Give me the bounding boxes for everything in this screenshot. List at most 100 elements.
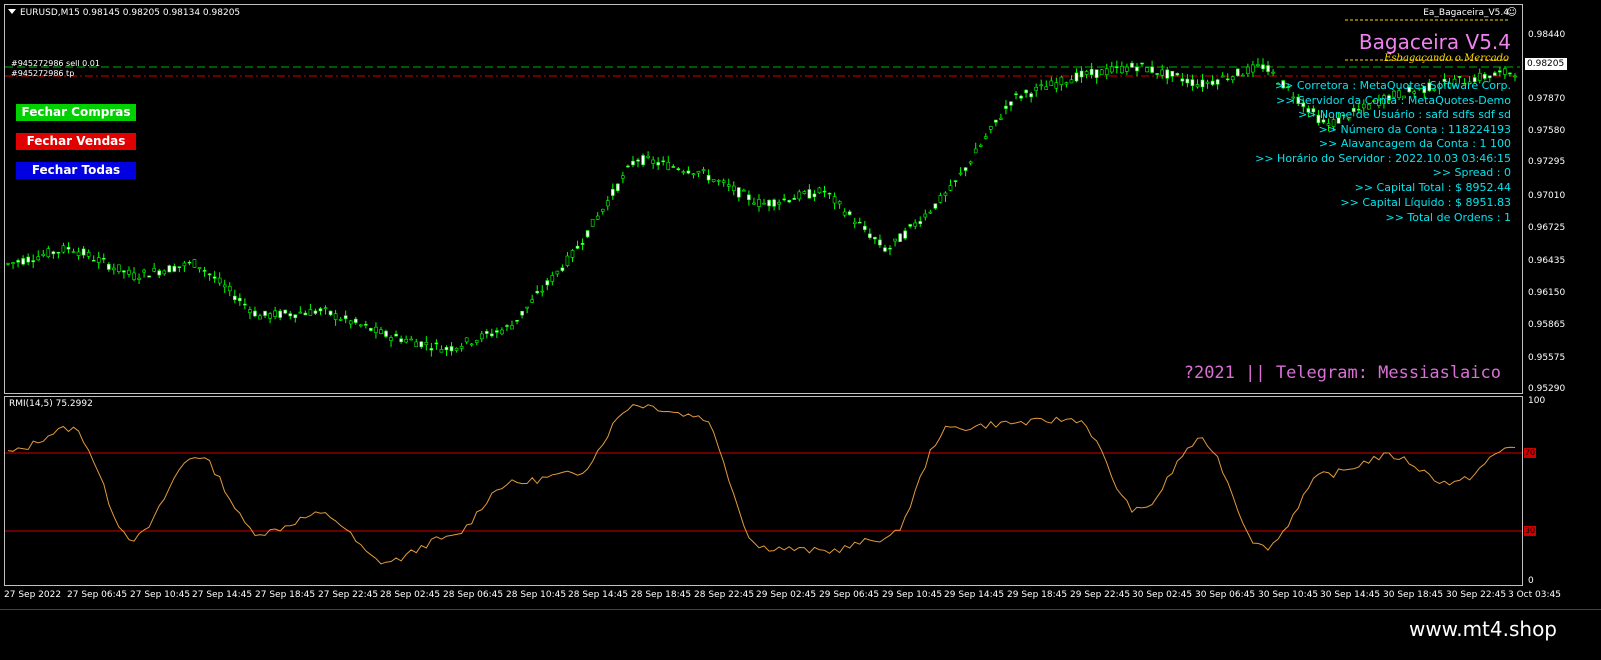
price-candle-body bbox=[1180, 78, 1185, 82]
time-label: 29 Sep 14:45 bbox=[944, 590, 1005, 600]
price-tick: 0.96150 bbox=[1528, 288, 1566, 298]
price-candle-body bbox=[500, 329, 504, 335]
price-candle-body bbox=[933, 203, 938, 209]
price-candle-body bbox=[852, 221, 857, 224]
price-candle-body bbox=[752, 202, 756, 205]
time-label: 30 Sep 18:45 bbox=[1383, 590, 1444, 600]
price-candle-body bbox=[1069, 79, 1074, 84]
price-candle-body bbox=[600, 208, 605, 212]
price-candle-body bbox=[782, 198, 786, 201]
price-candle-body bbox=[691, 173, 696, 175]
price-candle-body bbox=[772, 199, 776, 207]
price-candle-body bbox=[197, 267, 202, 269]
price-candle-body bbox=[1251, 64, 1255, 73]
time-label: 29 Sep 06:45 bbox=[819, 590, 880, 600]
price-candle-body bbox=[490, 333, 494, 337]
time-label: 28 Sep 18:45 bbox=[631, 590, 692, 600]
price-candle-body bbox=[61, 245, 66, 253]
price-candle-body bbox=[364, 323, 368, 326]
price-candle-body bbox=[404, 338, 408, 343]
price-candle-body bbox=[989, 126, 993, 130]
price-candle-body bbox=[968, 161, 973, 164]
price-candle-body bbox=[495, 330, 499, 333]
price-tick: 0.97010 bbox=[1528, 191, 1566, 201]
price-candle-body bbox=[1024, 89, 1028, 94]
price-candle-body bbox=[263, 310, 267, 316]
symbol-header: EURUSD,M15 0.98145 0.98205 0.98134 0.982… bbox=[8, 8, 240, 18]
price-candle-body bbox=[1140, 62, 1144, 65]
price-candle-body bbox=[202, 270, 207, 272]
price-candle-body bbox=[616, 183, 620, 191]
rmi-tick: 100 bbox=[1528, 396, 1546, 406]
close-buys-button[interactable]: Fechar Compras bbox=[16, 104, 136, 121]
price-candle-body bbox=[1215, 79, 1220, 85]
price-candle-body bbox=[248, 309, 252, 314]
time-label: 30 Sep 06:45 bbox=[1195, 590, 1256, 600]
price-candle-body bbox=[1246, 66, 1250, 74]
price-candle-body bbox=[243, 303, 247, 306]
info-account-number: >> Número da Conta : 118224193 bbox=[1318, 123, 1511, 136]
price-candle-body bbox=[1009, 101, 1013, 106]
price-candle-body bbox=[716, 180, 721, 182]
price-candle-body bbox=[651, 159, 655, 164]
close-sells-button[interactable]: Fechar Vendas bbox=[16, 133, 136, 150]
time-label: 29 Sep 22:45 bbox=[1070, 590, 1131, 600]
price-candle-body bbox=[1099, 69, 1104, 76]
close-all-button[interactable]: Fechar Todas bbox=[16, 162, 136, 179]
price-candle-body bbox=[762, 202, 766, 205]
price-candle-body bbox=[1513, 75, 1517, 78]
symbol-quote: EURUSD,M15 0.98145 0.98205 0.98134 0.982… bbox=[20, 8, 241, 18]
price-candle-body bbox=[278, 310, 282, 318]
price-candle-body bbox=[857, 221, 862, 224]
smile-icon[interactable]: ☺ bbox=[1507, 7, 1517, 18]
price-candle-body bbox=[621, 175, 625, 179]
price-candle-body bbox=[953, 180, 958, 182]
price-candle-body bbox=[666, 162, 671, 170]
price-candle-body bbox=[1241, 74, 1245, 77]
price-candle-body bbox=[318, 308, 323, 312]
price-candle-body bbox=[459, 346, 464, 349]
footer-divider bbox=[0, 609, 1601, 610]
price-candle-body bbox=[313, 310, 318, 314]
price-candle-body bbox=[1220, 75, 1225, 78]
price-candle-body bbox=[726, 184, 731, 187]
price-candle-body bbox=[11, 262, 15, 264]
price-candle-body bbox=[172, 265, 177, 272]
price-candle-body bbox=[983, 136, 988, 139]
time-label: 27 Sep 06:45 bbox=[67, 590, 128, 600]
price-candle-body bbox=[1049, 80, 1054, 86]
price-candle-body bbox=[1135, 66, 1139, 72]
price-candle-body bbox=[192, 259, 197, 268]
info-server: >> Servidor da Conta : MetaQuotes-Demo bbox=[1276, 94, 1511, 107]
price-candle-body bbox=[1155, 73, 1159, 75]
price-candle-body bbox=[530, 299, 534, 303]
price-candle-body bbox=[338, 319, 343, 321]
price-candle-body bbox=[832, 196, 837, 204]
price-candle-body bbox=[152, 268, 156, 272]
time-label: 3 Oct 03:45 bbox=[1508, 590, 1561, 600]
price-candle-body bbox=[631, 160, 635, 166]
price-candle-body bbox=[137, 277, 141, 280]
price-candle-body bbox=[167, 265, 172, 273]
price-candle-body bbox=[1125, 66, 1129, 72]
price-candle-body bbox=[928, 211, 933, 214]
price-candle-body bbox=[973, 148, 978, 154]
ea-name-label: Ea_Bagaceira_V5.4 bbox=[1423, 8, 1509, 18]
time-label: 30 Sep 02:45 bbox=[1132, 590, 1193, 600]
price-candle-body bbox=[1029, 93, 1033, 98]
price-candle-body bbox=[711, 179, 716, 182]
price-candle-body bbox=[66, 246, 71, 250]
chart-window: EURUSD,M15 0.98145 0.98205 0.98134 0.982… bbox=[0, 0, 1601, 660]
price-candle-body bbox=[414, 341, 419, 347]
price-candle-body bbox=[873, 236, 877, 240]
time-label: 27 Sep 22:45 bbox=[318, 590, 379, 600]
price-candle-body bbox=[71, 251, 76, 253]
price-candle-body bbox=[227, 286, 232, 292]
price-candle-body bbox=[1054, 82, 1059, 89]
time-label: 30 Sep 14:45 bbox=[1320, 590, 1381, 600]
price-candle-body bbox=[731, 185, 736, 192]
dropdown-triangle-icon[interactable] bbox=[8, 9, 16, 14]
price-candle-body bbox=[298, 311, 303, 314]
price-candle-body bbox=[721, 180, 726, 183]
price-candle-body bbox=[283, 309, 288, 314]
